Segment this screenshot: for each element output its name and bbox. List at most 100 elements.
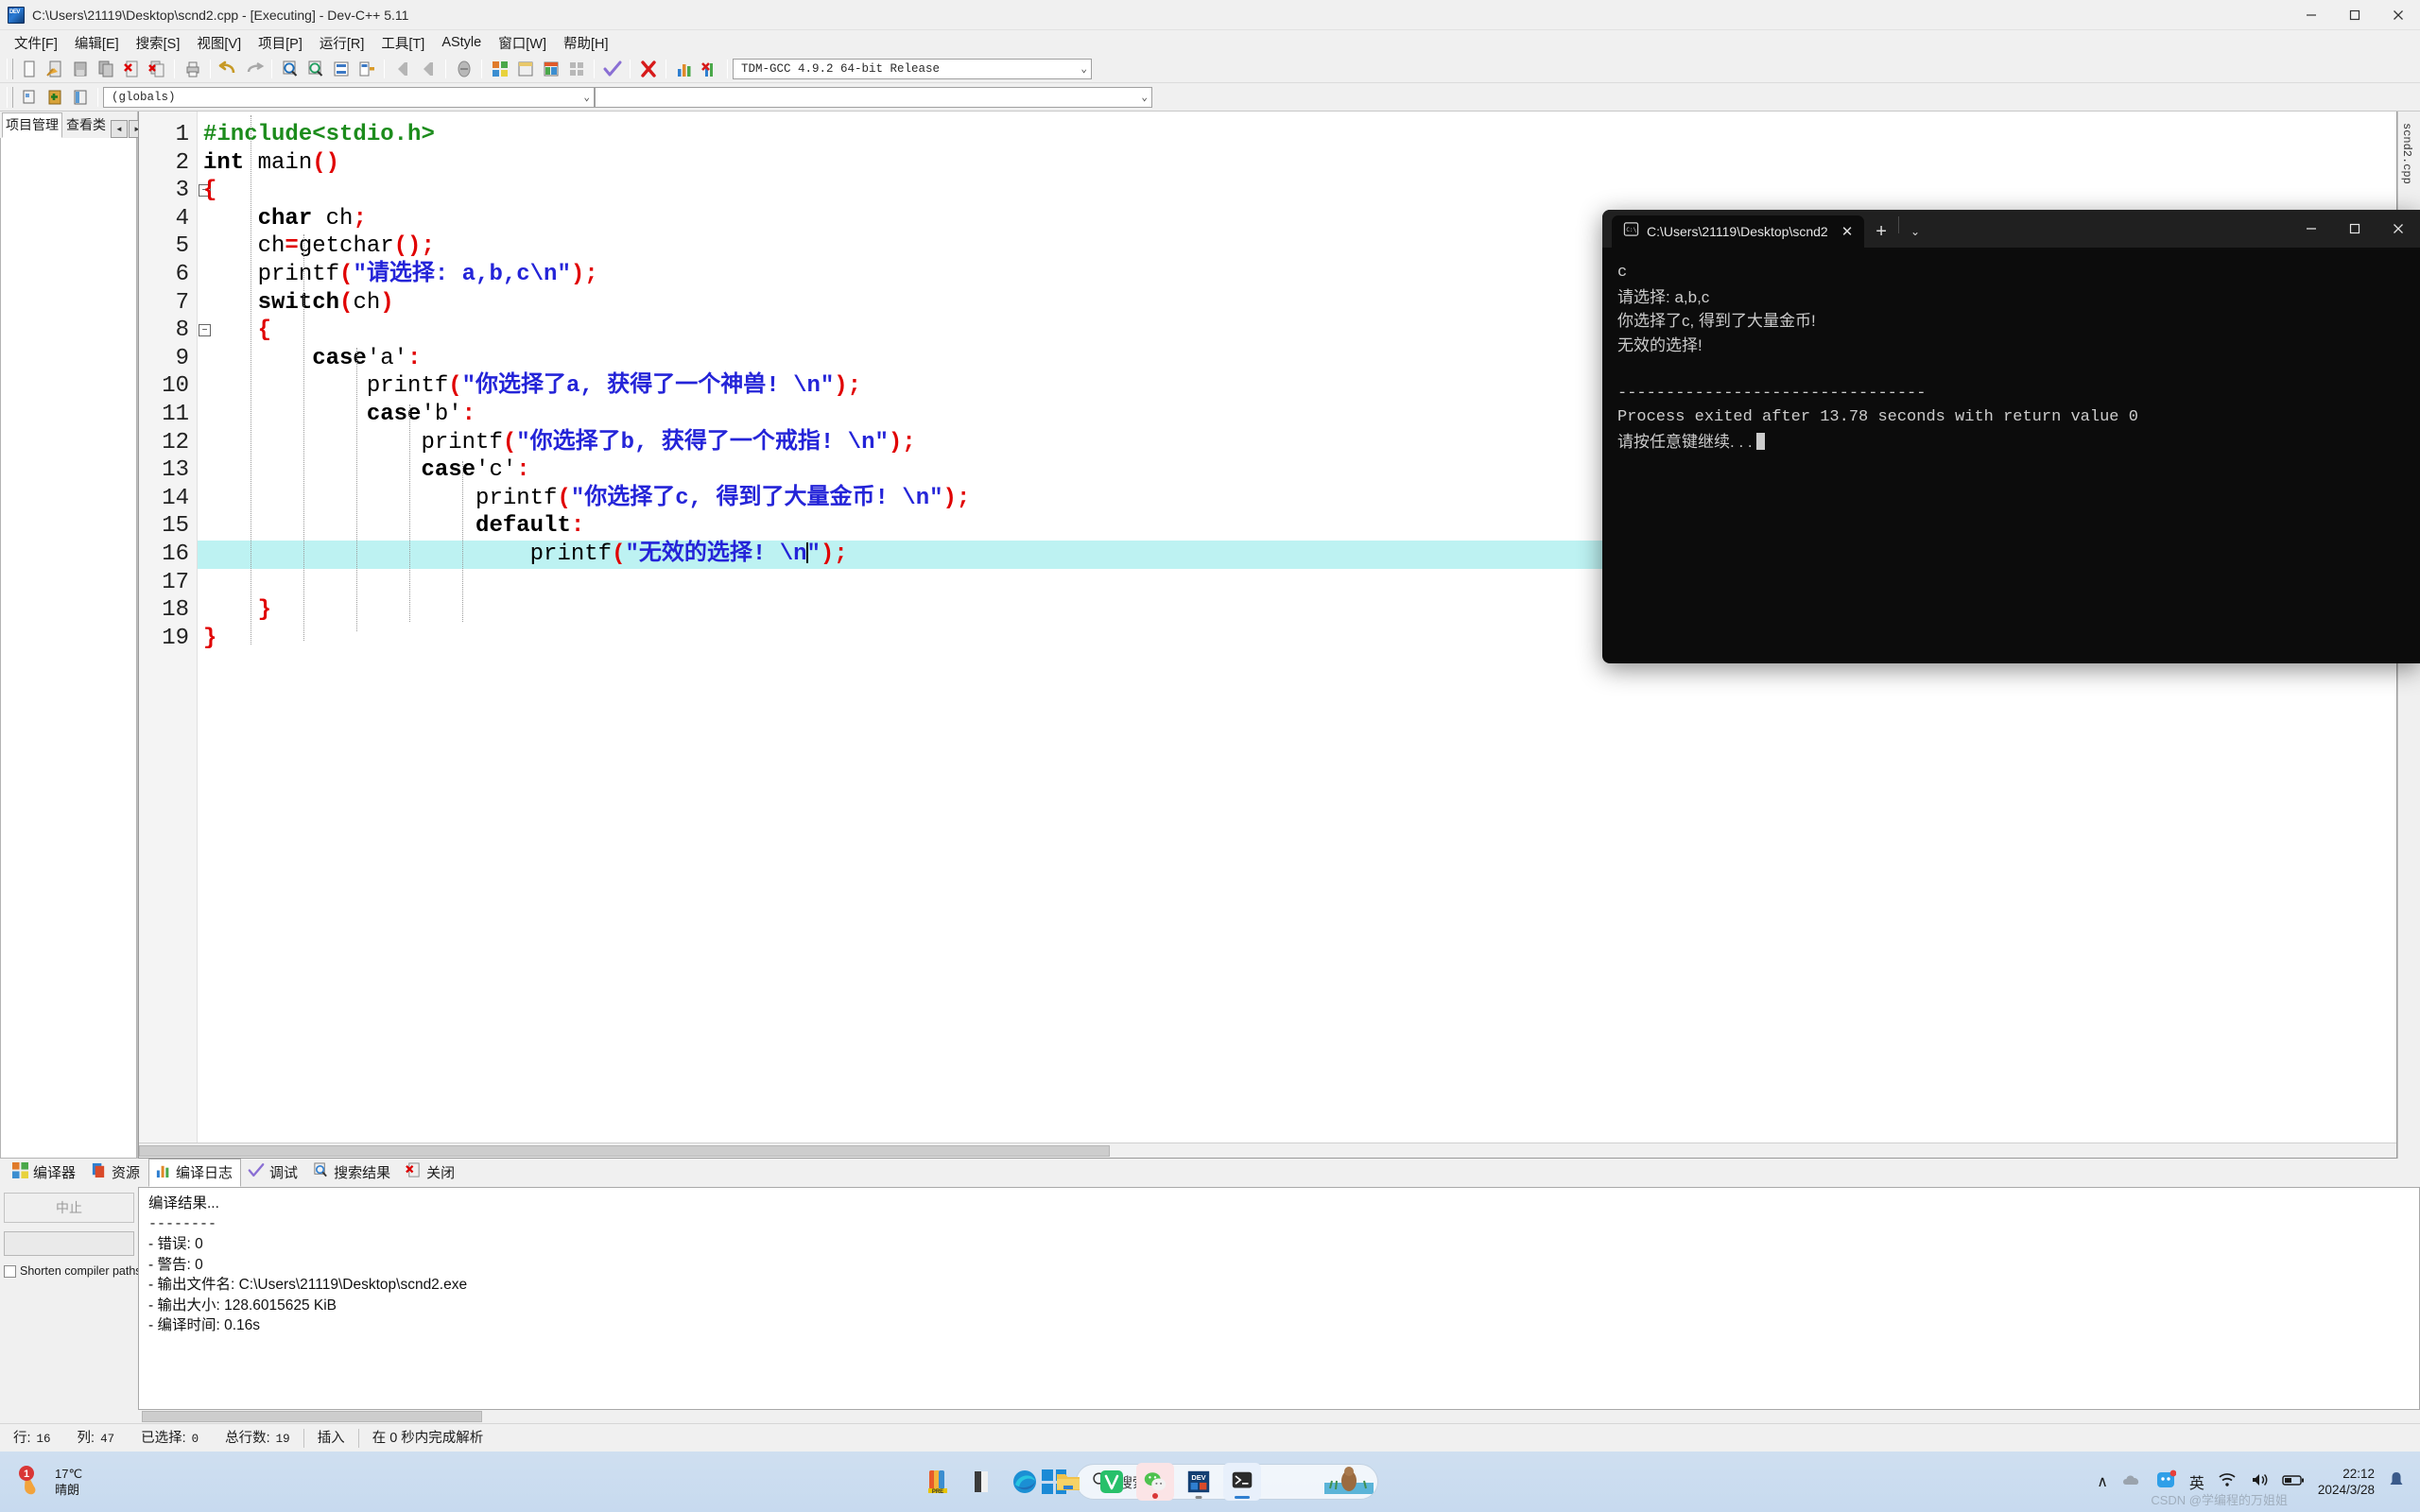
close-button[interactable] [2377, 0, 2420, 30]
shorten-paths-row[interactable]: Shorten compiler paths [4, 1264, 142, 1278]
code-token: printf [203, 429, 503, 455]
edge-icon[interactable] [1006, 1463, 1044, 1501]
undo-icon[interactable] [216, 57, 240, 80]
save-icon[interactable] [68, 57, 92, 80]
dock-tab-project-manager[interactable]: 项目管理 [2, 112, 62, 138]
menu-item-file[interactable]: 文件[F] [6, 30, 66, 56]
code-token: () [312, 149, 340, 176]
console-minimize-button[interactable] [2290, 210, 2333, 248]
console-tab[interactable]: C:\ C:\Users\21119\Desktop\scnd2 ✕ [1612, 215, 1865, 248]
secondary-toolbar-grip[interactable] [7, 86, 13, 108]
redo-icon[interactable] [242, 57, 266, 80]
menu-item-view[interactable]: 视图[V] [188, 30, 250, 56]
terminal-icon[interactable] [1222, 1463, 1261, 1501]
hscroll-thumb[interactable] [139, 1144, 1110, 1157]
notification-icon[interactable] [2388, 1470, 2405, 1494]
toolbar-grip[interactable] [7, 58, 13, 79]
menu-item-window[interactable]: 窗口[W] [490, 30, 555, 56]
note-app-icon[interactable] [962, 1463, 1000, 1501]
wechat-icon[interactable] [1135, 1463, 1174, 1501]
console-output[interactable]: c 请选择: a,b,c 你选择了c, 得到了大量金币! 无效的选择! -------… [1602, 248, 2420, 663]
dev-cpp-icon[interactable]: DEV [1180, 1463, 1218, 1501]
console-tab-close-icon[interactable]: ✕ [1836, 223, 1859, 240]
toggle-panel-icon[interactable] [68, 85, 92, 109]
close-file-icon[interactable] [119, 57, 143, 80]
menu-item-help[interactable]: 帮助[H] [555, 30, 617, 56]
hscroll-track[interactable] [139, 1143, 2396, 1158]
weather-widget[interactable]: 1 17℃ 晴朗 [13, 1465, 82, 1499]
replace-icon[interactable] [303, 57, 327, 80]
line-number: 8− [139, 317, 211, 345]
code-line[interactable]: #include<stdio.h> [198, 121, 2396, 149]
bottom-tab-compile-log[interactable]: 编译日志 [148, 1159, 242, 1187]
editor-tab-scnd2[interactable]: scnd2.cpp [2400, 123, 2413, 184]
add-member-icon[interactable] [43, 85, 66, 109]
line-number: 9 [175, 345, 189, 371]
dock-tab-class-browser[interactable]: 查看类 [62, 112, 110, 138]
back-icon[interactable] [390, 57, 414, 80]
close-all-icon[interactable] [145, 57, 168, 80]
code-line[interactable]: int main() [198, 149, 2396, 178]
console-close-button[interactable] [2377, 210, 2420, 248]
new-file-icon[interactable] [17, 57, 41, 80]
open-file-icon[interactable] [43, 57, 66, 80]
new-tab-icon[interactable]: + [1864, 215, 1898, 248]
project-options-icon[interactable] [539, 57, 562, 80]
code-line[interactable]: { [198, 177, 2396, 205]
menu-item-tools[interactable]: 工具[T] [372, 30, 433, 56]
shorten-paths-checkbox[interactable] [4, 1264, 16, 1278]
new-class-icon[interactable] [17, 85, 41, 109]
console-maximize-button[interactable] [2333, 210, 2377, 248]
new-project-icon[interactable] [488, 57, 511, 80]
abort-button[interactable]: 中止 [4, 1193, 134, 1223]
toggle-bookmark-icon[interactable] [452, 57, 475, 80]
copilot-icon[interactable]: PRE [919, 1463, 957, 1501]
project-manager-icon[interactable] [564, 57, 588, 80]
code-token: ) [380, 289, 394, 316]
check-syntax-icon[interactable] [600, 57, 624, 80]
stop-execution-icon[interactable] [636, 57, 660, 80]
delete-profile-icon[interactable] [698, 57, 721, 80]
bottom-panel-scrollbar[interactable] [0, 1410, 2420, 1423]
bottom-panel-scroll-thumb[interactable] [142, 1411, 482, 1422]
save-project-icon[interactable] [513, 57, 537, 80]
save-all-icon[interactable] [94, 57, 117, 80]
dock-tab-prev-button[interactable]: ◄ [111, 120, 128, 138]
bottom-tab-close-label: 关闭 [426, 1165, 456, 1181]
profile-icon[interactable] [672, 57, 696, 80]
bottom-tab-search-results[interactable]: 搜索结果 [306, 1159, 399, 1187]
bottom-tab-close[interactable]: 关闭 [399, 1159, 463, 1187]
vivaldi-icon[interactable] [1093, 1463, 1131, 1501]
symbol-select[interactable]: ⌄ [595, 86, 1152, 108]
forward-icon[interactable] [416, 57, 440, 80]
onedrive-icon[interactable] [2121, 1471, 2142, 1493]
code-token: : [570, 513, 585, 540]
project-tree[interactable] [0, 138, 137, 1159]
bottom-tab-resource[interactable]: 资源 [84, 1159, 148, 1187]
find-icon[interactable] [278, 57, 302, 80]
chevron-down-icon[interactable]: ⌄ [1899, 215, 1931, 248]
tray-chevron-icon[interactable]: ∧ [2097, 1472, 2108, 1491]
compiler-select[interactable]: TDM-GCC 4.9.2 64-bit Release ⌄ [733, 58, 1092, 79]
editor-horizontal-scrollbar[interactable] [139, 1143, 2396, 1158]
minimize-button[interactable] [2290, 0, 2333, 30]
line-number: 18 [162, 597, 189, 624]
bottom-tab-debug[interactable]: 调试 [241, 1159, 306, 1187]
compile-log-output[interactable]: 编译结果... -------- - 错误: 0 - 警告: 0 - 输出文件名: C:… [138, 1187, 2420, 1410]
file-explorer-icon[interactable] [1049, 1463, 1087, 1501]
menu-item-run[interactable]: 运行[R] [311, 30, 373, 56]
menu-item-edit[interactable]: 编辑[E] [66, 30, 128, 56]
goto-function-icon[interactable] [354, 57, 378, 80]
goto-line-icon[interactable] [329, 57, 353, 80]
print-icon[interactable] [181, 57, 204, 80]
menu-item-project[interactable]: 项目[P] [250, 30, 311, 56]
bottom-tab-compiler[interactable]: 编译器 [6, 1159, 84, 1187]
battery-icon[interactable] [2282, 1472, 2305, 1492]
maximize-button[interactable] [2333, 0, 2377, 30]
menu-item-astyle[interactable]: AStyle [433, 32, 490, 53]
taskbar-clock[interactable]: 22:12 2024/3/28 [2318, 1466, 2375, 1498]
menu-item-search[interactable]: 搜索[S] [128, 30, 189, 56]
status-column-label: 列: [77, 1430, 95, 1446]
scope-select[interactable]: (globals) ⌄ [103, 86, 595, 108]
